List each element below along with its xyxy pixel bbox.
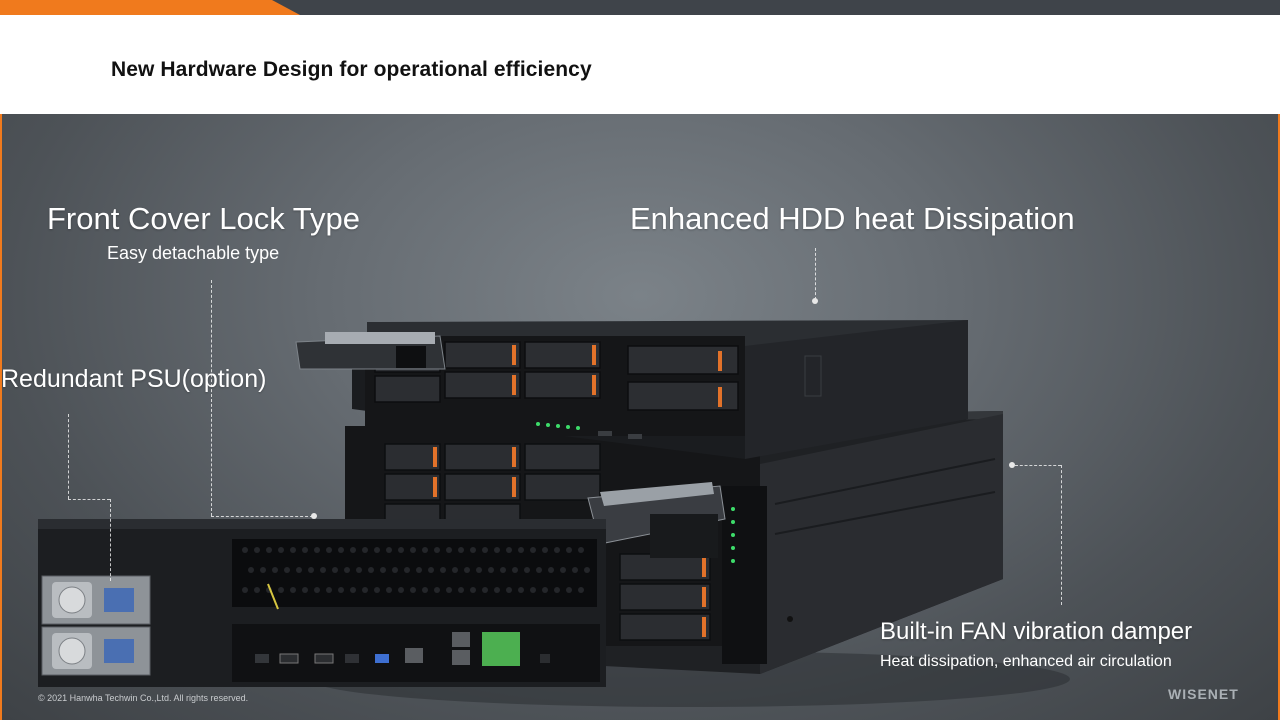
copyright-text: © 2021 Hanwha Techwin Co.,Ltd. All right… bbox=[38, 693, 249, 703]
callout-fan-subtitle: Heat dissipation, enhanced air circulati… bbox=[880, 653, 1172, 670]
wisenet-logo: WISENET bbox=[1168, 686, 1239, 702]
psu-module-1 bbox=[41, 575, 151, 625]
hdd-heat-leader-line bbox=[815, 248, 816, 300]
front-cover-anchor-dot bbox=[311, 513, 317, 519]
front-cover-leader-line-h bbox=[211, 516, 313, 517]
front-cover-leader-line bbox=[211, 280, 212, 516]
left-frame-line bbox=[0, 114, 2, 720]
callout-hdd-heat-title: Enhanced HDD heat Dissipation bbox=[630, 201, 1075, 236]
psu-leader-line-h bbox=[68, 499, 110, 500]
callout-psu-title: Redundant PSU(option) bbox=[1, 365, 267, 393]
hdd-heat-anchor-dot bbox=[812, 298, 818, 304]
top-accent-stripe bbox=[0, 0, 300, 15]
callout-front-cover-subtitle: Easy detachable type bbox=[107, 243, 280, 263]
callout-front-cover-title: Front Cover Lock Type bbox=[47, 201, 361, 236]
psu-leader-line bbox=[68, 414, 69, 499]
psu-leader-line-v2 bbox=[110, 499, 111, 581]
fan-leader-line bbox=[1061, 465, 1062, 605]
rear-panel-inset bbox=[38, 519, 606, 687]
callout-fan-title: Built-in FAN vibration damper bbox=[880, 618, 1193, 645]
fan-leader-line-h bbox=[1015, 465, 1061, 466]
page-title: New Hardware Design for operational effi… bbox=[111, 58, 592, 81]
psu-module-2 bbox=[41, 626, 151, 676]
